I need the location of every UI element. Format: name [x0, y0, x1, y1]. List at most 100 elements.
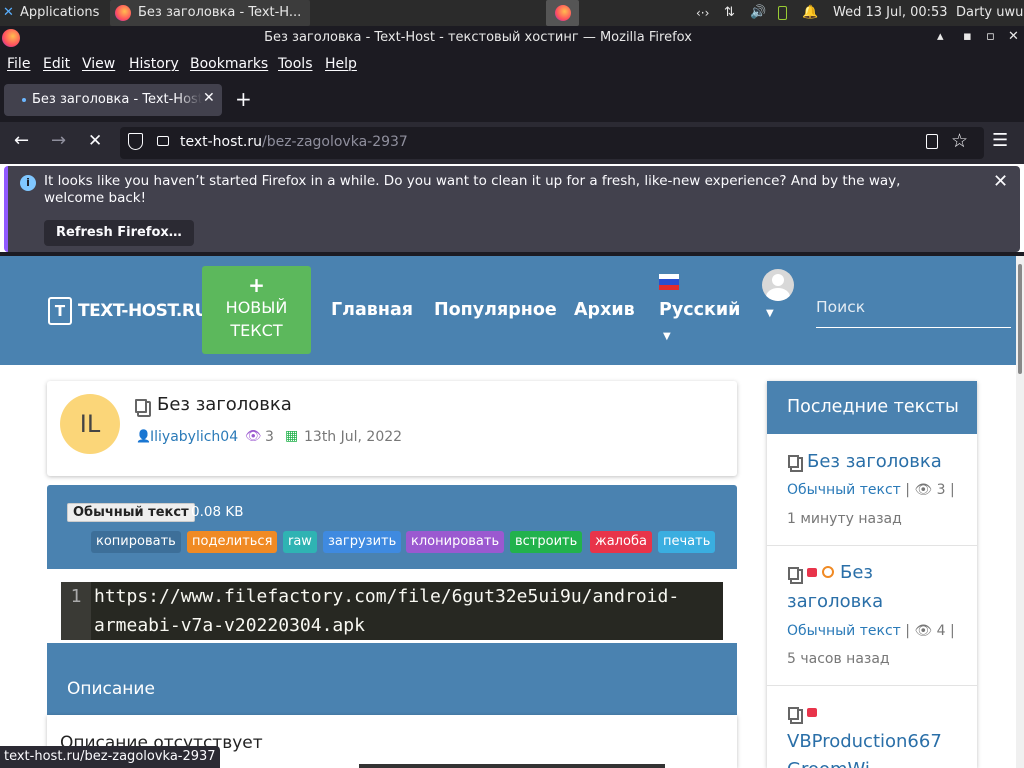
menu-edit[interactable]: Edit	[43, 56, 70, 72]
notification-message: It looks like you haven’t started Firefo…	[44, 173, 901, 206]
workspace-firefox-icon[interactable]	[546, 0, 579, 26]
paste-header-card: IL Без заголовка 👤 Iliyabylich04 👁 3 ▦ 1…	[47, 381, 737, 476]
refresh-firefox-button[interactable]: Refresh Firefox…	[44, 220, 194, 246]
stop-loading-icon[interactable]: ✕	[88, 131, 102, 151]
plus-icon: +	[248, 273, 265, 297]
copy-document-icon	[135, 399, 147, 413]
raw-button[interactable]: raw	[283, 531, 317, 553]
code-block[interactable]: 1 https://www.filefactory.com/file/6gut3…	[61, 582, 723, 640]
recent-header-title: Последние тексты	[787, 397, 959, 417]
clock[interactable]: Wed 13 Jul, 00:53	[833, 0, 948, 26]
report-button[interactable]: жалоба	[590, 531, 652, 553]
maximize-caret-icon[interactable]: ▴	[937, 29, 944, 44]
tab-title: Без заголовка - Text-Host	[32, 92, 202, 107]
user-avatar-icon[interactable]	[762, 269, 794, 301]
shield-icon[interactable]	[128, 133, 143, 150]
recent-item-title-2[interactable]: GroomWi...	[787, 759, 887, 768]
language-selector[interactable]: Русский	[659, 300, 740, 320]
url-bar[interactable]: text-host.ru/bez-zagolovka-2937 ☆	[120, 127, 984, 159]
battery-icon[interactable]	[778, 6, 787, 20]
notification-close-icon[interactable]: ✕	[993, 171, 1008, 192]
url-text[interactable]: text-host.ru/bez-zagolovka-2937	[180, 134, 408, 150]
volume-icon[interactable]: 🔊	[750, 0, 766, 26]
forward-icon[interactable]: →	[51, 130, 66, 151]
print-button[interactable]: печать	[658, 531, 716, 553]
clock-icon	[822, 566, 834, 578]
restore-icon[interactable]: ▫	[986, 29, 995, 44]
new-text-label-2: ТЕКСТ	[230, 321, 283, 340]
window-title: Без заголовка - Text-Host - текстовый хо…	[264, 30, 692, 45]
new-text-button[interactable]: + НОВЫЙ ТЕКСТ	[202, 266, 311, 354]
lock-icon	[807, 708, 817, 717]
menu-help[interactable]: Help	[325, 56, 357, 72]
tab-close-icon[interactable]: ✕	[203, 90, 215, 106]
transfer-icon[interactable]: ⇅	[724, 0, 735, 26]
system-panel: ✕ Applications Без заголовка - Text-H...…	[0, 0, 1024, 26]
info-icon: i	[20, 175, 36, 191]
applications-menu[interactable]: Applications	[20, 0, 99, 26]
back-icon[interactable]: ←	[14, 130, 29, 151]
embed-button[interactable]: встроить	[510, 531, 583, 553]
search-input[interactable]: Поиск	[816, 290, 1011, 328]
xfce-icon[interactable]: ✕	[3, 0, 14, 26]
download-button[interactable]: загрузить	[323, 531, 402, 553]
recent-item-type[interactable]: Обычный текст	[787, 482, 901, 498]
logo-text: TEXT-HOST.RU	[78, 301, 208, 321]
user-menu[interactable]: Darty uwu	[956, 0, 1023, 26]
recent-texts-panel: Последние тексты Без заголовка Обычный т…	[767, 381, 977, 768]
scrollbar-thumb[interactable]	[1018, 264, 1022, 374]
language-caret-icon[interactable]: ▼	[663, 331, 671, 342]
recent-item-type[interactable]: Обычный текст	[787, 623, 901, 639]
taskbar-window-button[interactable]: Без заголовка - Text-H...	[110, 0, 310, 26]
menu-history[interactable]: History	[129, 56, 179, 72]
link-status-bar: text-host.ru/bez-zagolovka-2937	[0, 746, 220, 768]
hamburger-menu-icon[interactable]: ☰	[992, 130, 1008, 151]
paste-title: Без заголовка	[157, 394, 292, 415]
refresh-firefox-notification: i It looks like you haven’t started Fire…	[4, 166, 1020, 252]
nav-home[interactable]: Главная	[331, 300, 413, 320]
recent-item-time: 5 часов назад	[787, 651, 890, 667]
share-button[interactable]: поделиться	[187, 531, 278, 553]
menu-file[interactable]: File	[7, 56, 30, 72]
paste-type-badge: Обычный текст	[67, 503, 195, 522]
window-titlebar: Без заголовка - Text-Host - текстовый хо…	[0, 26, 1024, 50]
menu-bookmarks[interactable]: Bookmarks	[190, 56, 268, 72]
site-logo[interactable]: T TEXT-HOST.RU	[48, 297, 208, 325]
nav-popular[interactable]: Популярное	[434, 300, 557, 320]
menu-tools[interactable]: Tools	[278, 56, 313, 72]
tab-loading-icon	[22, 98, 26, 102]
page-scrollbar[interactable]	[1016, 256, 1024, 768]
lock-icon	[807, 568, 817, 577]
author-link[interactable]: Iliyabylich04	[150, 429, 238, 445]
tab-active[interactable]: Без заголовка - Text-Host ✕	[4, 84, 222, 116]
recent-item-title-2[interactable]: заголовка	[787, 591, 883, 612]
user-icon: 👤	[136, 429, 151, 443]
close-window-icon[interactable]: ✕	[1008, 29, 1019, 44]
new-tab-icon[interactable]: +	[235, 87, 252, 111]
paste-toolbar	[47, 485, 737, 569]
line-number: 1	[61, 582, 91, 640]
reader-view-icon[interactable]	[926, 134, 938, 149]
scroll-indicator	[359, 764, 665, 768]
notification-bell-icon[interactable]: 🔔	[802, 0, 818, 26]
view-count: 3	[265, 429, 274, 445]
nav-archive[interactable]: Архив	[574, 300, 635, 320]
user-caret-icon[interactable]: ▼	[766, 308, 774, 319]
divider	[767, 685, 977, 686]
description-title: Описание	[67, 679, 155, 699]
bookmark-star-icon[interactable]: ☆	[951, 130, 968, 152]
clone-button[interactable]: клонировать	[406, 531, 505, 553]
copy-button[interactable]: копировать	[91, 531, 181, 553]
description-header: Описание	[47, 643, 737, 715]
recent-header: Последние тексты	[767, 381, 977, 434]
recent-item-title[interactable]: VBProduction667	[787, 731, 942, 752]
code-line: https://www.filefactory.com/file/6gut32e…	[94, 586, 680, 636]
recent-item-title[interactable]: Без	[840, 562, 873, 583]
recent-item-title[interactable]: Без заголовка	[807, 451, 942, 472]
network-icon[interactable]: ‹·›	[696, 0, 709, 26]
menu-view[interactable]: View	[82, 56, 115, 72]
taskbar-window-title: Без заголовка - Text-H...	[138, 5, 302, 20]
minimize-icon[interactable]: ▪	[963, 29, 972, 44]
firefox-icon	[115, 5, 131, 21]
lock-icon[interactable]	[157, 136, 169, 146]
